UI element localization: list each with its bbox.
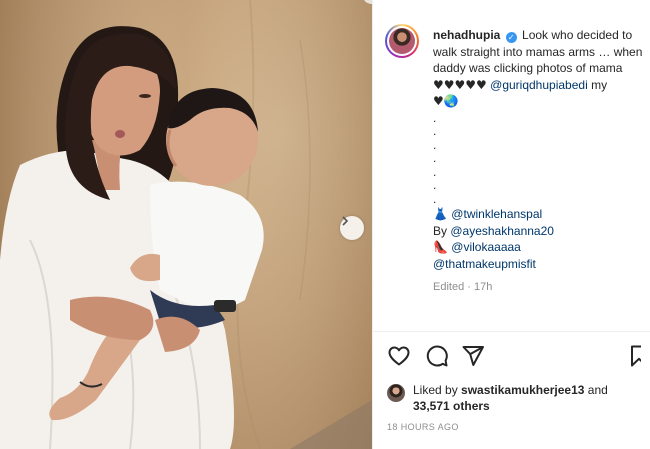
credit-line: 👠 @vilokaaaaa: [433, 239, 645, 256]
chevron-right-icon: [342, 216, 349, 226]
credit-prefix: By: [433, 223, 451, 238]
actions-divider: [373, 331, 650, 332]
photo-illustration: [0, 0, 372, 449]
share-button[interactable]: [461, 344, 485, 368]
credit-line: @thatmakeupmisfit: [433, 256, 645, 273]
edited-label: Edited · 17h: [433, 281, 493, 293]
credit-line: By @ayeshakhanna20: [433, 223, 645, 240]
credit-mention[interactable]: @vilokaaaaa: [451, 240, 521, 254]
credit-mention[interactable]: @ayeshakhanna20: [450, 224, 554, 238]
heart-icon: [388, 346, 410, 366]
liker-username[interactable]: swastikamukherjee13: [461, 383, 584, 397]
dress-icon: 👗: [433, 207, 448, 221]
author-username[interactable]: nehadhupia: [433, 28, 500, 42]
comment-icon: [426, 345, 448, 367]
save-button[interactable]: [627, 344, 641, 368]
caption-tail: my: [587, 77, 608, 92]
post-side-panel: nehadhupia ✓ Look who decided to walk st…: [373, 0, 650, 449]
credit-mention[interactable]: @twinklehanspal: [451, 207, 542, 221]
post-photo[interactable]: [0, 0, 372, 449]
comment-button[interactable]: [425, 344, 449, 368]
post-caption: nehadhupia ✓ Look who decided to walk st…: [433, 27, 645, 296]
likes-count[interactable]: 33,571 others: [413, 399, 490, 413]
like-button[interactable]: [387, 344, 411, 368]
heels-icon: 👠: [433, 240, 448, 254]
action-bar: [387, 344, 647, 370]
likes-summary: Liked by swastikamukherjee13 and 33,571 …: [387, 382, 642, 414]
caption-mention[interactable]: @guriqdhupiabedi: [490, 78, 588, 92]
caption-heart: ♥: [433, 94, 444, 108]
likes-and: and: [584, 383, 608, 397]
bookmark-icon: [631, 345, 641, 367]
avatar-image: [389, 28, 415, 54]
likes-prefix: Liked by: [413, 383, 462, 397]
credit-mention[interactable]: @thatmakeupmisfit: [433, 257, 536, 271]
share-icon: [462, 346, 484, 366]
carousel-next-button[interactable]: [340, 216, 364, 240]
credit-line: 👗 @twinklehanspal: [433, 206, 645, 223]
caption-hearts: ♥♥♥♥♥: [433, 77, 487, 92]
author-avatar[interactable]: [385, 24, 419, 58]
verified-badge-icon: ✓: [505, 32, 517, 43]
caption-dots: . . . . . . .: [433, 110, 437, 206]
post-timestamp[interactable]: 18 HOURS AGO: [387, 422, 459, 432]
liker-avatar[interactable]: [387, 384, 405, 402]
caption-globe: 🌏: [443, 94, 459, 108]
